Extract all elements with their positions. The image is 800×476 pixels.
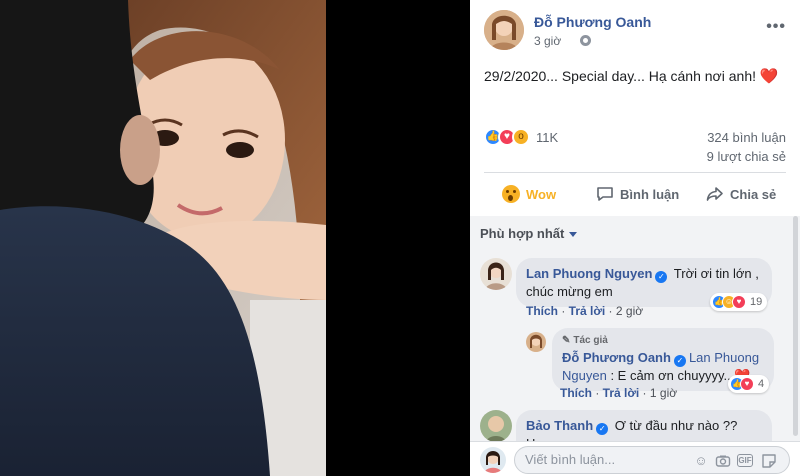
verified-badge-icon: ✓ — [655, 271, 668, 283]
comment-reaction-count: 19 — [750, 296, 763, 308]
comment-reactions[interactable]: 👍 ☺ ♥ 19 — [710, 293, 768, 311]
wow-icon — [502, 185, 520, 203]
author-avatar[interactable] — [484, 10, 524, 50]
lightbox-backdrop — [326, 0, 470, 476]
reply-avatar[interactable] — [526, 332, 546, 352]
sort-label: Phù hợp nhất — [480, 226, 565, 241]
post-text: 29/2/2020... Special day... Hạ cánh nơi … — [484, 68, 756, 84]
heart-emoji: ❤️ — [759, 68, 779, 85]
reply-reaction-count: 4 — [758, 378, 765, 390]
author-tag-label: Tác giả — [573, 335, 608, 346]
love-reaction-icon: ♥ — [740, 377, 754, 391]
comment-sort-dropdown[interactable]: Phù hợp nhất — [480, 226, 578, 241]
sticker-icon[interactable] — [761, 453, 777, 469]
comment-time[interactable]: 2 giờ — [616, 304, 643, 318]
comment-input[interactable] — [525, 452, 675, 467]
share-label: Chia sẻ — [730, 186, 777, 202]
commenter-name[interactable]: Lan Phuong Nguyen — [526, 266, 652, 281]
reply-reactions[interactable]: 👍 ♥ 4 — [728, 375, 770, 393]
share-icon — [706, 187, 723, 201]
wow-reaction-icon: o — [512, 128, 530, 146]
comment-button[interactable]: Bình luận — [596, 178, 679, 210]
wow-label: Wow — [526, 186, 557, 202]
verified-badge-icon: ✓ — [596, 423, 609, 435]
comment-label: Bình luận — [620, 186, 680, 202]
divider — [484, 172, 786, 173]
author-name[interactable]: Đỗ Phương Oanh — [534, 14, 651, 30]
post-time[interactable]: 3 giờ — [534, 34, 561, 48]
couple-photo — [0, 0, 326, 476]
post-actions: Wow Bình luận Chia sẻ — [484, 178, 790, 210]
reaction-icons[interactable]: 👍 ♥ o — [484, 128, 538, 146]
more-options-icon[interactable]: ••• — [766, 18, 786, 36]
comment-input-box: ☺ GIF — [514, 446, 790, 474]
post-detail-panel: Đỗ Phương Oanh 3 giờ ••• 29/2/2020... Sp… — [470, 0, 800, 476]
emoji-icon[interactable]: ☺ — [693, 453, 709, 469]
post-photo[interactable] — [0, 0, 326, 476]
commenter-name[interactable]: Bảo Thanh — [526, 418, 593, 433]
reactions-summary: 👍 ♥ o 11K 324 bình luận 9 lượt chia sẻ — [484, 126, 790, 166]
reply-comment-link[interactable]: Trả lời — [569, 304, 606, 318]
comment-meta: Thích · Trả lời · 2 giờ — [526, 304, 644, 318]
commenter-avatar[interactable] — [480, 258, 512, 290]
share-button[interactable]: Chia sẻ — [706, 178, 776, 210]
post-caption: 29/2/2020... Special day... Hạ cánh nơi … — [484, 67, 779, 85]
globe-icon — [580, 35, 591, 46]
comments-scrollbar[interactable] — [793, 216, 798, 436]
post-header: Đỗ Phương Oanh 3 giờ ••• — [484, 10, 790, 52]
like-reply-link[interactable]: Thích — [560, 386, 592, 400]
reply-meta: Thích · Trả lời · 1 giờ — [560, 386, 678, 400]
pencil-icon: ✎ — [562, 335, 571, 346]
caret-down-icon — [569, 232, 578, 237]
reply-author-name[interactable]: Đỗ Phương Oanh — [562, 350, 671, 365]
comment-composer: ☺ GIF — [470, 441, 800, 476]
reply-text: : E cảm ơn chuyyyy... — [610, 368, 735, 383]
comment-icon — [597, 187, 613, 201]
gif-icon[interactable]: GIF — [737, 454, 753, 467]
like-comment-link[interactable]: Thích — [526, 304, 558, 318]
verified-badge-icon: ✓ — [673, 355, 686, 367]
comment-count[interactable]: 324 bình luận — [707, 130, 786, 145]
wow-reaction-button[interactable]: Wow — [502, 178, 556, 210]
current-user-avatar — [480, 447, 506, 473]
comments-section: Phù hợp nhất Lan Phuong Nguyen ✓ Trời ơi … — [470, 216, 800, 459]
share-count[interactable]: 9 lượt chia sẻ — [707, 149, 786, 164]
author-tag: ✎ Tác giả — [562, 332, 764, 349]
reaction-count[interactable]: 11K — [536, 130, 558, 145]
reply-reply-link[interactable]: Trả lời — [603, 386, 640, 400]
love-reaction-icon: ♥ — [732, 295, 746, 309]
reply-time[interactable]: 1 giờ — [650, 386, 677, 400]
camera-icon[interactable] — [715, 453, 731, 469]
commenter-avatar[interactable] — [480, 410, 512, 442]
